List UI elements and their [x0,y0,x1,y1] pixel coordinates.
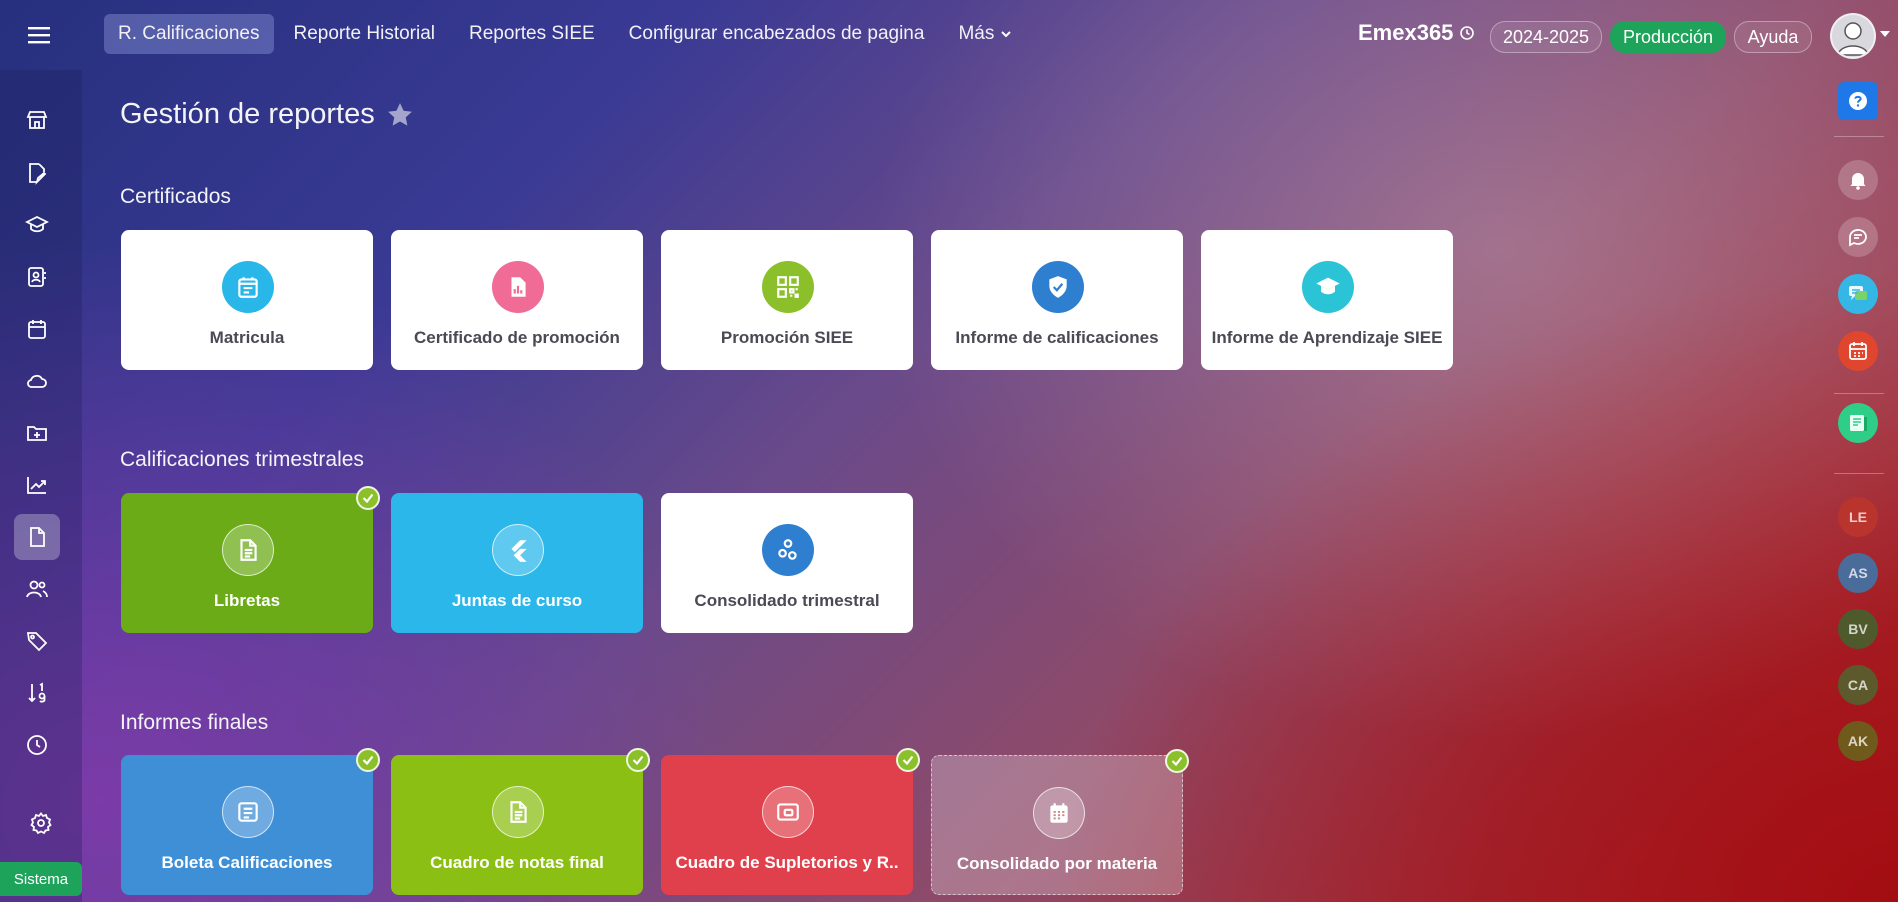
user-initials-bv[interactable]: BV [1838,609,1878,649]
calendar-app-icon[interactable] [1838,331,1878,371]
folder-add-icon[interactable] [14,410,60,456]
sistema-button[interactable]: Sistema [0,862,82,896]
card-consolidado-por-materia[interactable]: Consolidado por materia [931,749,1189,895]
top-nav: R. Calificaciones Reporte Historial Repo… [104,14,1026,54]
clock-icon [1459,25,1475,41]
nav-reportes-siee[interactable]: Reportes SIEE [455,14,609,54]
shield-check-icon [1032,261,1084,313]
nav-r-calificaciones[interactable]: R. Calificaciones [104,14,274,54]
history-clock-icon[interactable] [14,722,60,768]
bell-icon[interactable] [1838,160,1878,200]
notes-app-icon[interactable] [1838,403,1878,443]
help-button[interactable]: Ayuda [1734,21,1812,53]
calendar-form-icon [222,261,274,313]
top-bar: R. Calificaciones Reporte Historial Repo… [0,0,1898,70]
card-informe-aprendizaje-siee[interactable]: Informe de Aprendizaje SIEE [1201,230,1453,370]
settings-gear-icon[interactable] [18,800,64,846]
card-label: Certificado de promoción [414,328,620,347]
menu-icon[interactable] [26,20,52,50]
environment-badge[interactable]: Producción [1610,21,1726,53]
nav-reporte-historial[interactable]: Reporte Historial [280,14,450,54]
card-certificado-promocion[interactable]: Certificado de promoción [391,230,643,370]
document-icon [222,524,274,576]
flutter-icon [492,524,544,576]
card-juntas-de-curso[interactable]: Juntas de curso [391,493,643,633]
card-label: Boleta Calificaciones [161,853,333,872]
user-initials-ca[interactable]: CA [1838,665,1878,705]
messages-icon[interactable] [1838,274,1878,314]
check-icon [626,748,650,772]
cloud-icon[interactable] [14,358,60,404]
card-label: Libretas [213,591,281,610]
user-initials-as[interactable]: AS [1838,553,1878,593]
list-document-icon [222,786,274,838]
sort-numeric-icon[interactable] [14,670,60,716]
card-icon [762,786,814,838]
card-informe-calificaciones[interactable]: Informe de calificaciones [931,230,1183,370]
trend-chart-icon[interactable] [14,462,60,508]
page-title-text: Gestión de reportes [120,98,375,130]
check-icon [1165,749,1189,773]
card-label: Matricula [209,328,285,347]
chevron-down-icon [1000,28,1012,40]
check-icon [356,486,380,510]
qr-code-icon [762,261,814,313]
card-label: Consolidado trimestral [694,591,880,610]
graduation-cap-icon[interactable] [14,202,60,248]
school-year-selector[interactable]: 2024-2025 [1490,21,1602,53]
nav-mas[interactable]: Más [944,14,1026,54]
card-label: Cuadro de Supletorios y R.. [675,853,899,872]
card-label: Informe de calificaciones [955,328,1159,347]
brand: Emex365 [1358,20,1475,46]
card-label: Consolidado por materia [956,854,1158,873]
left-sidebar [0,70,82,902]
check-icon [896,748,920,772]
right-sidebar-divider-2 [1834,393,1884,394]
right-sidebar-divider [1834,136,1884,137]
chat-search-icon[interactable] [1838,217,1878,257]
right-sidebar-divider-3 [1834,473,1884,474]
section-title-trimestrales: Calificaciones trimestrales [120,448,364,471]
document-icon [492,786,544,838]
card-label: Juntas de curso [451,591,583,610]
graduation-cap-icon [1302,261,1354,313]
page-title: Gestión de reportes [120,98,415,131]
card-boleta-calificaciones[interactable]: Boleta Calificaciones [121,748,380,895]
reports-icon[interactable] [14,514,60,560]
user-initials-ak[interactable]: AK [1838,721,1878,761]
card-label: Promoción SIEE [720,328,854,347]
molecule-icon [762,524,814,576]
card-cuadro-supletorios[interactable]: Cuadro de Supletorios y R.. [661,748,920,895]
card-cuadro-notas-final[interactable]: Cuadro de notas final [391,748,650,895]
brand-name: Emex365 [1358,20,1454,45]
section-title-finales: Informes finales [120,711,269,734]
tag-icon[interactable] [14,618,60,664]
contacts-icon[interactable] [14,254,60,300]
store-icon[interactable] [14,97,60,143]
nav-configurar-encabezados[interactable]: Configurar encabezados de pagina [615,14,939,54]
card-consolidado-trimestral[interactable]: Consolidado trimestral [661,493,913,633]
card-libretas[interactable]: Libretas [121,486,380,633]
card-matricula[interactable]: Matricula [121,230,373,370]
edit-document-icon[interactable] [14,150,60,196]
calendar-icon[interactable] [14,306,60,352]
users-icon[interactable] [14,566,60,612]
user-avatar[interactable] [1830,13,1876,59]
star-icon[interactable] [385,100,415,130]
section-title-certificados: Certificados [120,185,231,208]
card-promocion-siee[interactable]: Promoción SIEE [661,230,913,370]
chart-document-icon [492,261,544,313]
help-question-icon[interactable] [1838,82,1878,120]
card-label: Cuadro de notas final [430,853,604,872]
card-label: Informe de Aprendizaje SIEE [1211,328,1443,347]
nav-mas-label: Más [958,23,995,44]
user-initials-le[interactable]: LE [1838,497,1878,537]
caret-down-icon[interactable] [1880,31,1890,39]
check-icon [356,748,380,772]
calendar-icon [1033,787,1085,839]
